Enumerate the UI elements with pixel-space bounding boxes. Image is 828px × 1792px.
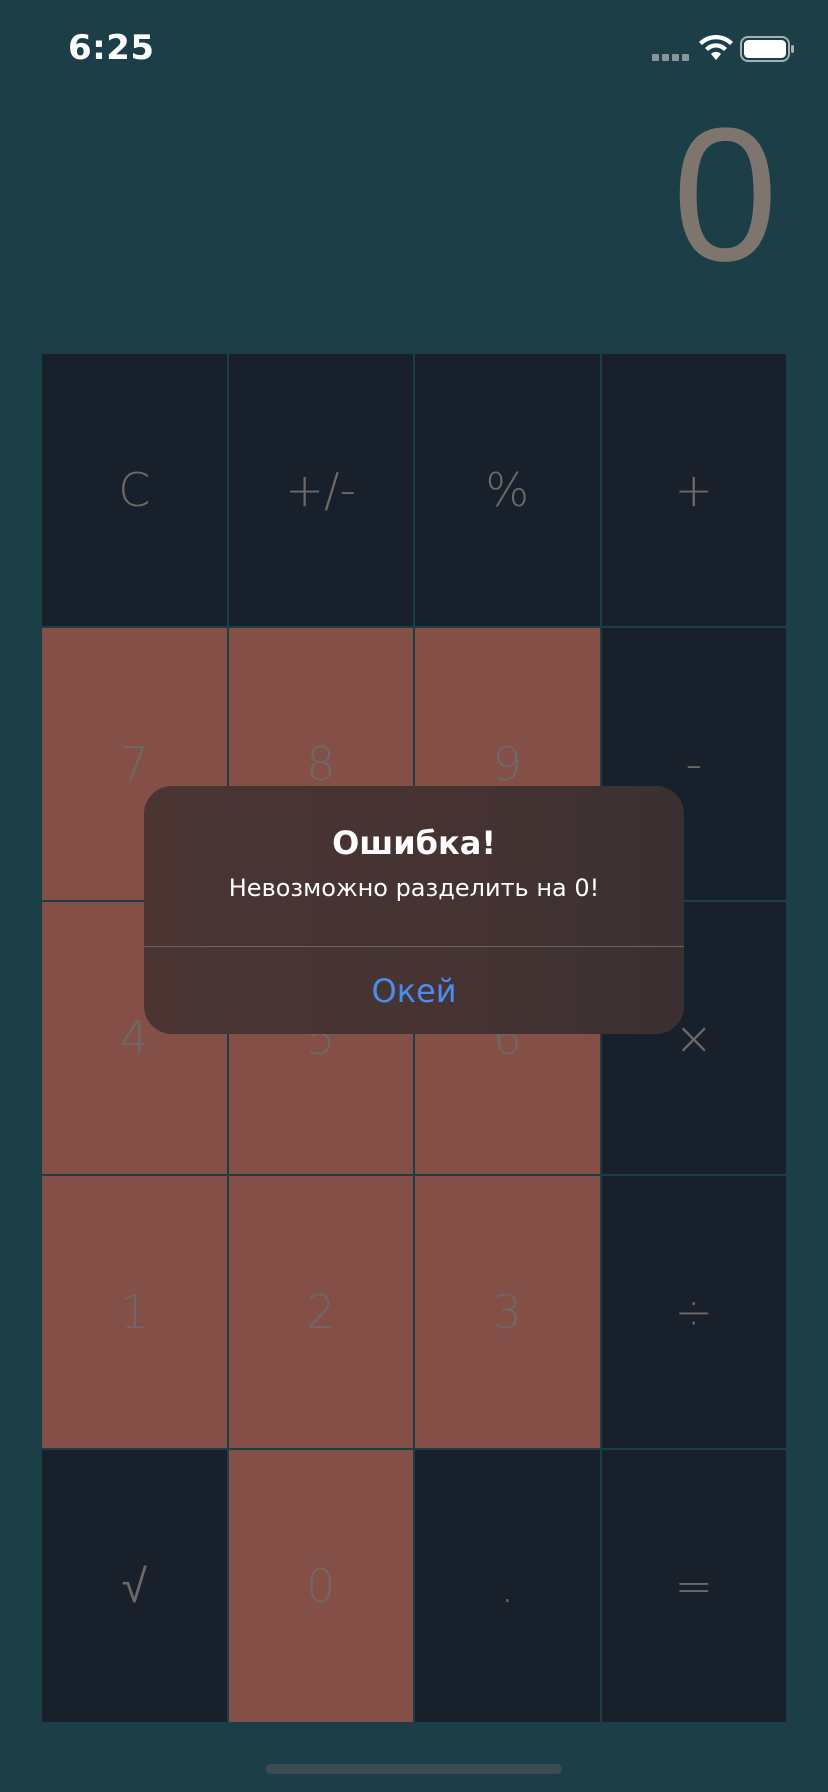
home-indicator[interactable] bbox=[266, 1764, 562, 1774]
cellular-signal-icon bbox=[652, 54, 689, 61]
wifi-icon bbox=[699, 34, 733, 60]
sqrt-key[interactable]: √ bbox=[42, 1450, 227, 1722]
keypad: C +/-% +7 8 9-4 5 6 × 1 2 3 ÷ √ 0. = bbox=[42, 354, 786, 1722]
clear-key[interactable]: C bbox=[42, 354, 227, 626]
error-alert: Ошибка! Невозможно разделить на 0! Окей bbox=[144, 786, 684, 1034]
status-bar: 6:25 bbox=[0, 0, 828, 100]
sign-toggle-key[interactable]: +/- bbox=[228, 354, 413, 626]
plus-key[interactable]: + bbox=[601, 354, 786, 626]
alert-ok-button[interactable]: Окей bbox=[144, 947, 684, 1034]
calculator-display: 0 bbox=[672, 89, 778, 301]
equals-key[interactable]: = bbox=[601, 1450, 786, 1722]
digit-3-key[interactable]: 3 bbox=[415, 1176, 600, 1448]
status-time: 6:25 bbox=[68, 28, 155, 68]
digit-0-key[interactable]: 0 bbox=[228, 1450, 413, 1722]
battery-icon bbox=[740, 36, 794, 62]
decimal-key[interactable]: . bbox=[415, 1450, 600, 1722]
percent-key[interactable]: % bbox=[415, 354, 600, 626]
divide-key[interactable]: ÷ bbox=[601, 1176, 786, 1448]
alert-message: Невозможно разделить на 0! bbox=[228, 874, 600, 902]
digit-2-key[interactable]: 2 bbox=[228, 1176, 413, 1448]
digit-1-key[interactable]: 1 bbox=[42, 1176, 227, 1448]
alert-title: Ошибка! bbox=[332, 824, 496, 862]
